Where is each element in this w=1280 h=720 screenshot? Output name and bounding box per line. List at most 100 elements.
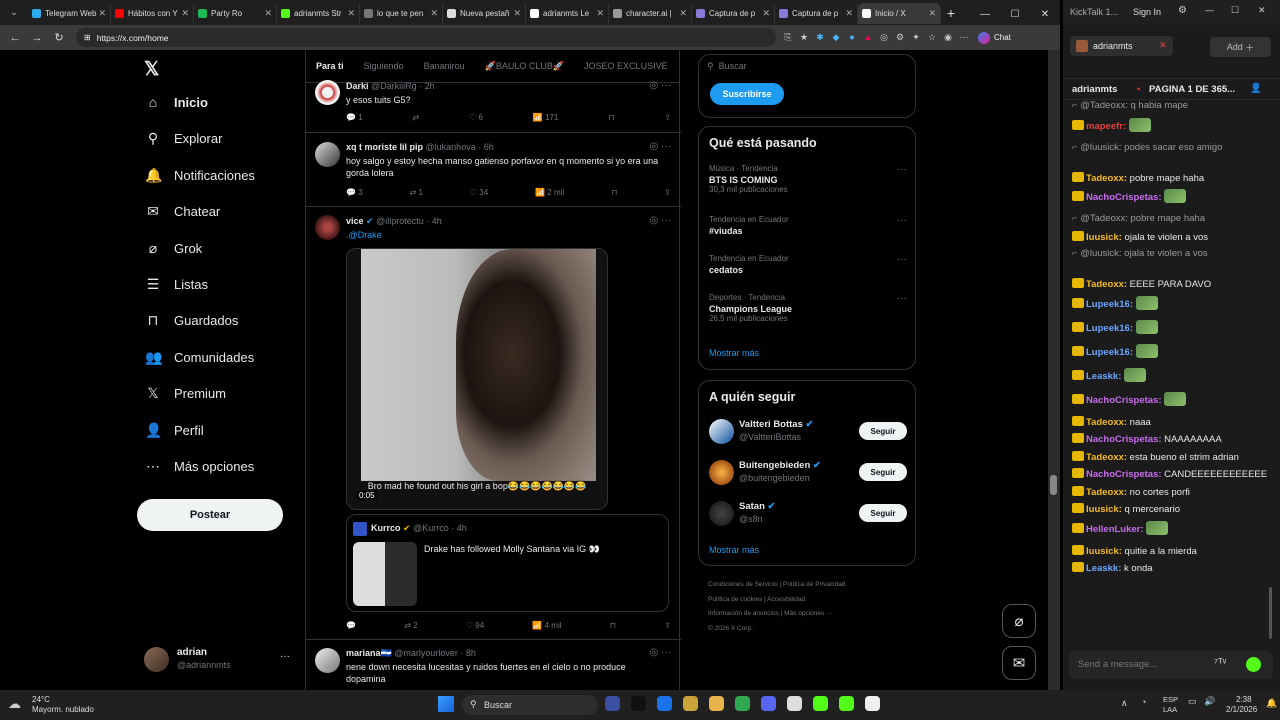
browser-tab[interactable]: lo que te pen ✕ (360, 3, 443, 24)
close-tab-icon[interactable]: ✕ (1159, 40, 1167, 51)
maximize-icon[interactable]: ☐ (1000, 9, 1030, 20)
views-button[interactable]: 📶 4 mil (532, 621, 561, 630)
close-tab-icon[interactable]: ✕ (845, 8, 853, 19)
feed-tab[interactable]: Para ti (316, 61, 344, 71)
chat-username[interactable]: Lupeek16: (1086, 323, 1133, 334)
chat-username[interactable]: NachoCrispetas: (1086, 192, 1162, 203)
kick-emote-icon[interactable]: ⁷ᵀᵛ (1214, 657, 1226, 669)
footer-link[interactable]: Política de Privacidad (783, 581, 846, 588)
tab-list-menu-icon[interactable]: ⌄ (0, 7, 28, 18)
chat-username[interactable]: Lupeek16: (1086, 347, 1133, 358)
chrome-icon[interactable] (787, 696, 802, 711)
tweet[interactable]: mariana🇸🇻 @marlyourlover · 8h ◎ ··· nene… (306, 640, 681, 690)
chat-username[interactable]: Leaskk: (1086, 371, 1121, 382)
share-icon[interactable]: ⇪ (664, 113, 671, 122)
trend-item[interactable]: Tendencia en Ecuador cedatos ··· (709, 254, 907, 275)
message-input[interactable]: Send a message... ⁷ᵀᵛ (1069, 651, 1273, 679)
views-button[interactable]: 📶 171 (533, 113, 559, 122)
chat-username[interactable]: Tadeoxx: (1086, 487, 1127, 498)
minimize-icon[interactable]: — (970, 9, 1000, 20)
footer-link[interactable]: © 2026 X Corp. (708, 625, 753, 632)
minimize-icon[interactable]: — (1205, 5, 1214, 15)
close-tab-icon[interactable]: ✕ (928, 8, 936, 19)
lang-layout[interactable]: LAA (1163, 705, 1177, 714)
time[interactable]: 2:38 (1236, 695, 1252, 704)
store-icon[interactable] (683, 696, 698, 711)
tweet[interactable]: Darki @DarkiiiRg · 2h ◎ ··· y esos tuits… (306, 80, 681, 133)
emoji-icon[interactable] (1246, 657, 1261, 672)
bookmark-icon[interactable]: ⊓ (610, 621, 616, 630)
more-icon[interactable]: ··· (280, 651, 290, 662)
folder-icon[interactable] (709, 696, 724, 711)
follow-button[interactable]: Seguir (859, 422, 907, 440)
footer-link[interactable]: Condiciones de Servicio (708, 581, 778, 588)
share-icon[interactable]: ⇪ (664, 188, 671, 197)
close-tab-icon[interactable]: ✕ (596, 8, 604, 19)
more-menu-icon[interactable]: ⋯ (956, 32, 972, 43)
add-channel-button[interactable]: Add ＋ (1210, 37, 1271, 57)
more-icon[interactable]: ◎ ··· (650, 141, 672, 152)
footer-link[interactable]: Más opciones ··· (784, 610, 832, 617)
scrollbar-thumb[interactable] (1050, 475, 1057, 495)
tweet[interactable]: xq t moriste lil pip @lukanhova · 6h ◎ ·… (306, 133, 681, 207)
nav-item-más-opciones[interactable]: ⋯ Más opciones (145, 458, 254, 475)
footer-link[interactable]: Accesibilidad (767, 596, 805, 603)
profile-avatar-icon[interactable]: ◉ (940, 32, 956, 43)
browser-tab[interactable]: adrianmts Le ✕ (526, 3, 609, 24)
browser-tab[interactable]: adrianmts Str ✕ (277, 3, 360, 24)
browser-tab[interactable]: Captura de p ✕ (692, 3, 775, 24)
tray-chevron-icon[interactable]: ∧ (1121, 698, 1128, 709)
browser-tab[interactable]: Captura de p ✕ (775, 3, 858, 24)
chat-username[interactable]: Leaskk: (1086, 563, 1121, 574)
back-icon[interactable]: ← (4, 32, 26, 44)
quoted-tweet[interactable]: Kurrco ✔ @Kurrco · 4h Drake has followed… (346, 514, 669, 612)
more-icon[interactable]: ··· (897, 164, 907, 175)
edge-icon[interactable] (657, 696, 672, 711)
nav-item-notificaciones[interactable]: 🔔 Notificaciones (145, 167, 255, 184)
lang-code[interactable]: ESP (1163, 695, 1178, 704)
copilot-chat-button[interactable]: Chat (978, 31, 1011, 44)
maximize-icon[interactable]: ☐ (1231, 5, 1239, 16)
chat-username[interactable]: NachoCrispetas: (1086, 434, 1162, 445)
nav-item-guardados[interactable]: ⊓ Guardados (145, 312, 239, 329)
extension-icon[interactable]: ⚙ (892, 32, 908, 43)
footer-link[interactable]: Política de cookies (708, 596, 762, 603)
more-icon[interactable]: ◎ ··· (650, 215, 672, 226)
bookmark-icon[interactable]: ⊓ (608, 113, 614, 122)
close-tab-icon[interactable]: ✕ (264, 8, 272, 19)
extension-icon[interactable]: ▲ (860, 32, 876, 43)
follow-button[interactable]: Seguir (859, 504, 907, 522)
share-icon[interactable]: ⇪ (664, 621, 671, 630)
nav-item-comunidades[interactable]: 👥 Comunidades (145, 349, 254, 366)
network-icon[interactable]: ▭ (1188, 696, 1197, 707)
like-button[interactable]: ♡ 94 (466, 621, 484, 630)
nav-item-explorar[interactable]: ⚲ Explorar (145, 130, 223, 147)
reply-button[interactable]: 💬 1 (346, 113, 363, 122)
chat-username[interactable]: luusick: (1086, 232, 1122, 243)
account-switcher[interactable]: adrian @adriannmts ··· (144, 645, 294, 675)
browser-tab[interactable]: Telegram Web ✕ (28, 3, 111, 24)
feed-tab[interactable]: 🚀BAULO CLUB🚀 (485, 61, 564, 72)
url-field[interactable]: ⊞ https://x.com/home (76, 28, 776, 47)
close-tab-icon[interactable]: ✕ (181, 8, 189, 19)
follow-suggestion[interactable]: Satan ✔ @s8n Seguir (699, 499, 917, 535)
like-button[interactable]: ♡ 6 (469, 113, 483, 122)
subscribe-button[interactable]: Suscribirse (710, 83, 784, 105)
page-scrollbar[interactable] (1048, 50, 1060, 690)
browser-tab[interactable]: Hábitos con Y ✕ (111, 3, 194, 24)
notifications-icon[interactable]: 🔔 (1266, 698, 1277, 709)
trend-item[interactable]: Tendencia en Ecuador #viudas ··· (709, 215, 907, 236)
chat-username[interactable]: mapeefr: (1086, 121, 1126, 132)
feed-tab[interactable]: Bananirou (424, 61, 465, 71)
feed-tab[interactable]: JOSEO EXCLUSIVE (584, 61, 668, 71)
close-tab-icon[interactable]: ✕ (762, 8, 770, 19)
tweet[interactable]: vice ✔ @illprotectu · 4h ◎ ··· .@Drake B… (306, 207, 681, 640)
x-logo-icon[interactable]: 𝕏 (144, 58, 159, 81)
follow-suggestion[interactable]: Buitengebieden ✔ @buitengebieden Seguir (699, 458, 917, 494)
channel-tab[interactable]: adrianmts ✕ (1070, 36, 1173, 56)
views-button[interactable]: 📶 2 mil (535, 188, 564, 197)
widgets-icon[interactable] (605, 696, 620, 711)
footer-link[interactable]: Información de anuncios (708, 610, 779, 617)
extension-icon[interactable]: ✦ (908, 32, 924, 43)
discord-icon[interactable] (761, 696, 776, 711)
